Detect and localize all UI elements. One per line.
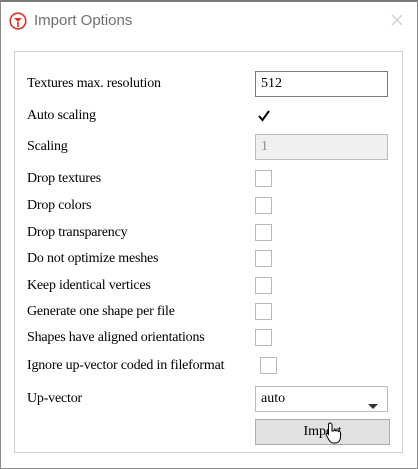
chevron-down-icon [368, 397, 378, 415]
import-options-dialog: Import Options Textures max. resolution … [0, 0, 418, 469]
import-button[interactable]: Import [255, 419, 390, 445]
shapes-aligned-orientations-label: Shapes have aligned orientations [27, 330, 205, 345]
ignore-up-vector-checkbox[interactable] [260, 357, 277, 374]
auto-scaling-checkbox[interactable] [255, 107, 272, 124]
window-title: Import Options [34, 12, 133, 29]
auto-scaling-label: Auto scaling [27, 108, 96, 123]
drop-colors-label: Drop colors [27, 198, 92, 213]
drop-transparency-label: Drop transparency [27, 225, 128, 240]
generate-one-shape-per-file-checkbox[interactable] [255, 303, 272, 320]
up-vector-label: Up-vector [27, 391, 82, 406]
mouse-pointer-icon [325, 422, 341, 444]
title-bar[interactable]: Import Options [1, 2, 417, 38]
pin-logo-icon [9, 12, 27, 30]
do-not-optimize-meshes-checkbox[interactable] [255, 250, 272, 267]
textures-max-resolution-input[interactable]: 512 [255, 71, 388, 97]
up-vector-selected-value: auto [261, 391, 286, 406]
shapes-aligned-orientations-checkbox[interactable] [255, 329, 272, 346]
scaling-input[interactable]: 1 [255, 134, 388, 160]
scaling-label: Scaling [27, 139, 68, 154]
ignore-up-vector-label: Ignore up-vector coded in fileformat [27, 358, 225, 373]
drop-textures-label: Drop textures [27, 171, 101, 186]
drop-transparency-checkbox[interactable] [255, 224, 272, 241]
options-panel: Textures max. resolution 512 Auto scalin… [14, 51, 403, 453]
up-vector-select[interactable]: auto [255, 386, 388, 412]
keep-identical-vertices-checkbox[interactable] [255, 277, 272, 294]
drop-textures-checkbox[interactable] [255, 170, 272, 187]
generate-one-shape-per-file-label: Generate one shape per file [27, 304, 175, 319]
keep-identical-vertices-label: Keep identical vertices [27, 278, 151, 293]
checkmark-icon [258, 110, 270, 122]
do-not-optimize-meshes-label: Do not optimize meshes [27, 251, 159, 266]
textures-max-resolution-label: Textures max. resolution [27, 76, 161, 91]
drop-colors-checkbox[interactable] [255, 197, 272, 214]
close-icon[interactable] [387, 10, 407, 30]
